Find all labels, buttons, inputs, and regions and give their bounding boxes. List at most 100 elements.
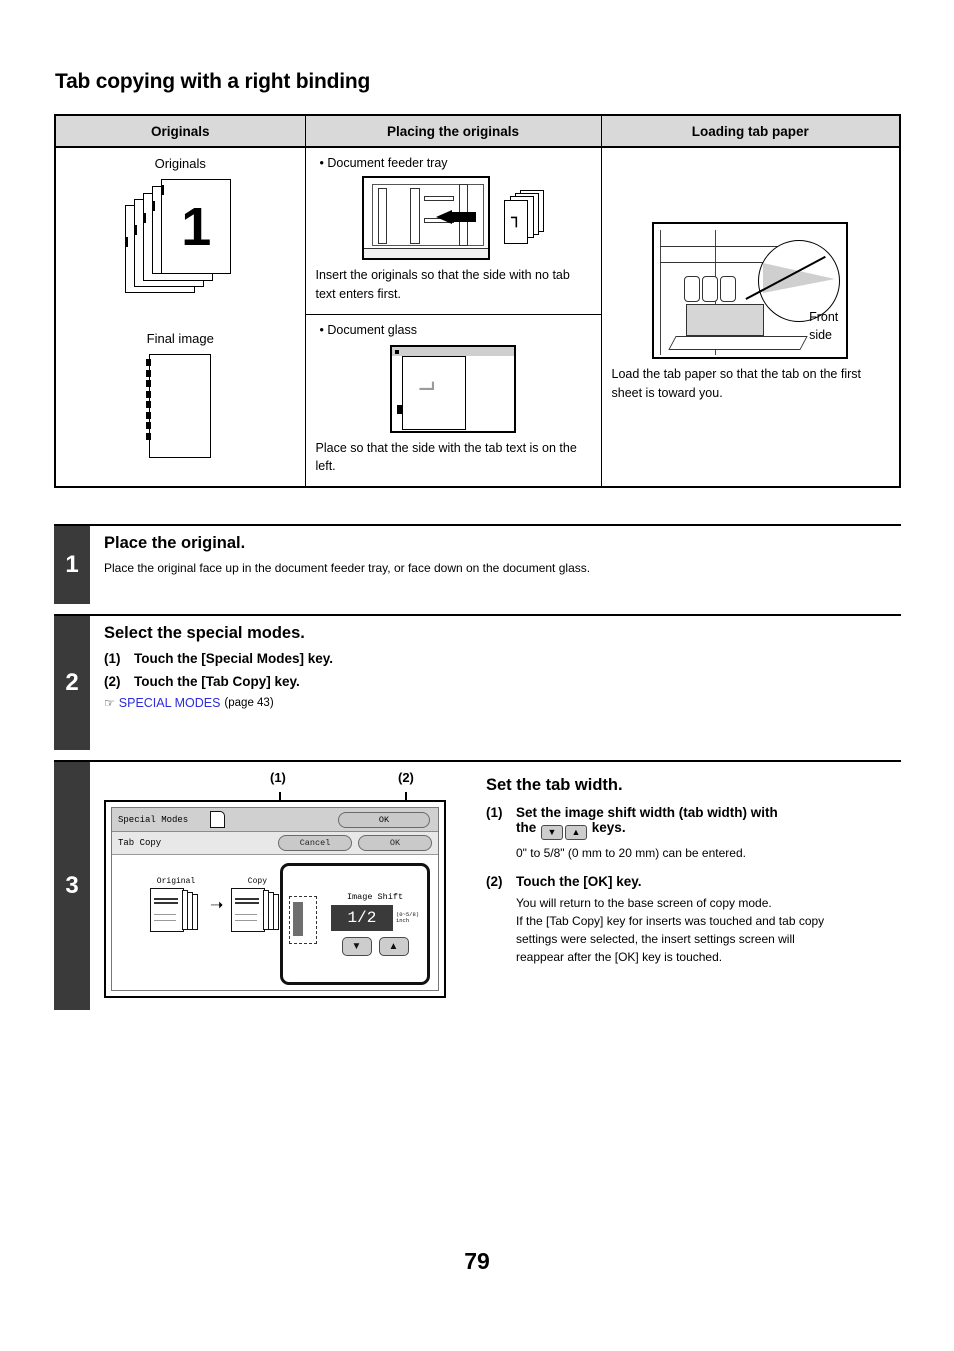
lcd-ok-button[interactable]: OK bbox=[358, 835, 432, 851]
callout-label-2: (2) bbox=[398, 770, 414, 785]
column-header-loading: Loading tab paper bbox=[600, 114, 901, 148]
tab-mark-icon bbox=[152, 201, 156, 211]
tab-paper-icon bbox=[686, 304, 765, 336]
image-shift-value: 1/2 bbox=[330, 905, 393, 931]
glass-caption: Place so that the side with the tab text… bbox=[315, 440, 577, 474]
note-line-4: reappear after the [OK] key is touched. bbox=[516, 950, 723, 964]
feeder-illustration: ⌐ bbox=[316, 176, 591, 260]
step-2-number: 2 bbox=[54, 616, 90, 750]
image-shift-panel: Image Shift 1/2 (0~5/8) inch ▼ ▲ bbox=[280, 863, 430, 985]
step-3-substep-2: (2) Touch the [OK] key. bbox=[486, 874, 901, 889]
table-header-row: Originals Placing the originals Loading … bbox=[54, 114, 901, 148]
feeder-tray-icon bbox=[362, 176, 490, 260]
image-shift-range: (0~5/8) inch bbox=[395, 910, 420, 924]
step-3: 3 (1) (2) Special Modes OK Tab Copy Canc… bbox=[54, 760, 901, 1010]
manual-page: Tab copying with a right binding Origina… bbox=[0, 0, 954, 1351]
document-glass-illustration: ⌐ bbox=[390, 344, 516, 433]
substep-text: Touch the [Tab Copy] key. bbox=[134, 674, 300, 689]
step-1: 1 Place the original. Place the original… bbox=[54, 524, 901, 604]
callout-labels: (1) (2) bbox=[104, 770, 464, 792]
step-1-number: 1 bbox=[54, 526, 90, 604]
originals-label: Originals bbox=[154, 156, 206, 171]
substep-index: (1) bbox=[486, 805, 503, 820]
step-3-heading: Set the tab width. bbox=[486, 776, 623, 794]
substep-text: Touch the [OK] key. bbox=[516, 874, 642, 889]
step-3-number: 3 bbox=[54, 762, 90, 1010]
lcd-cancel-button[interactable]: Cancel bbox=[278, 835, 352, 851]
step-3-text-column: Set the tab width. (1) Set the image shi… bbox=[464, 770, 901, 998]
step-3-screenshot-column: (1) (2) Special Modes OK Tab Copy Cancel… bbox=[104, 770, 464, 998]
substep-text: Set the image shift width (tab width) wi… bbox=[516, 805, 778, 840]
substep-index: (2) bbox=[486, 874, 503, 889]
lcd-content-area: Original ➝ Copy Image Shift 1/2 (0~5/8) … bbox=[112, 855, 438, 997]
note-line-1: You will return to the base screen of co… bbox=[516, 896, 772, 910]
note-line-2: If the [Tab Copy] key for inserts was to… bbox=[516, 914, 825, 928]
step-1-description: Place the original face up in the docume… bbox=[104, 561, 591, 575]
cell-document-glass: • Document glass ⌐ Place so that the sid… bbox=[304, 313, 602, 488]
page-title: Tab copying with a right binding bbox=[55, 70, 371, 93]
lcd-title-bar: Special Modes OK bbox=[112, 808, 438, 832]
copy-group: Copy bbox=[231, 877, 283, 934]
document-glass-bullet: • Document glass bbox=[319, 322, 417, 337]
tray-illustration: Front side bbox=[652, 222, 849, 359]
document-feeder-bullet: • Document feeder tray bbox=[319, 156, 448, 170]
special-modes-link-page: (page 43) bbox=[224, 697, 274, 709]
final-image-illustration bbox=[146, 354, 212, 458]
lcd-tab-copy-title: Tab Copy bbox=[118, 838, 162, 848]
lcd-ok-top-button[interactable]: OK bbox=[338, 812, 430, 828]
step-2-substep-2: (2) Touch the [Tab Copy] key. bbox=[104, 674, 901, 689]
lcd-subtitle-bar: Tab Copy Cancel OK bbox=[112, 832, 438, 855]
original-page-number: 1 bbox=[181, 196, 212, 257]
down-arrow-key-icon: ▼ bbox=[541, 825, 564, 840]
procedure-overview-table: Originals Placing the originals Loading … bbox=[54, 114, 901, 488]
loading-caption: Load the tab paper so that the tab on th… bbox=[611, 367, 861, 400]
cell-document-feeder: • Document feeder tray ⌐ Insert the orig… bbox=[304, 146, 602, 315]
originals-mini-stack-icon: ⌐ bbox=[504, 190, 544, 246]
originals-stack-illustration: 1 bbox=[125, 179, 235, 309]
lcd-title: Special Modes bbox=[118, 814, 189, 825]
tab-mark-icon bbox=[134, 225, 138, 235]
substep-text: Touch the [Special Modes] key. bbox=[134, 651, 334, 666]
step-3-substep-2-note: You will return to the base screen of co… bbox=[516, 894, 901, 966]
original-copy-illustration: Original ➝ Copy bbox=[150, 877, 283, 934]
substep-text-c: keys. bbox=[591, 820, 626, 835]
substep-index: (2) bbox=[104, 674, 121, 689]
page-number: 79 bbox=[464, 1248, 490, 1274]
step-1-heading: Place the original. bbox=[104, 534, 246, 552]
final-image-label: Final image bbox=[146, 331, 214, 346]
tab-mark-icon bbox=[125, 237, 129, 247]
original-label: Original bbox=[156, 877, 196, 886]
cell-loading-tab-paper: Front side Load the tab paper so that th… bbox=[600, 146, 901, 488]
step-2-heading: Select the special modes. bbox=[104, 624, 305, 642]
tab-marks-icon bbox=[146, 359, 152, 455]
step-2-substep-1: (1) Touch the [Special Modes] key. bbox=[104, 651, 901, 666]
tab-mark-icon bbox=[143, 213, 147, 223]
image-shift-icon bbox=[287, 896, 323, 952]
image-shift-down-button[interactable]: ▼ bbox=[341, 937, 372, 956]
column-header-originals: Originals bbox=[54, 114, 306, 148]
note-line-3: settings were selected, the insert setti… bbox=[516, 932, 795, 946]
substep-text-b: the bbox=[516, 820, 537, 835]
pointing-hand-icon: ☞ bbox=[104, 696, 115, 710]
up-arrow-key-icon: ▲ bbox=[565, 825, 588, 840]
front-side-label: Front side bbox=[809, 310, 839, 343]
transform-arrow-icon: ➝ bbox=[210, 896, 224, 914]
column-header-placing: Placing the originals bbox=[304, 114, 602, 148]
step-2: 2 Select the special modes. (1) Touch th… bbox=[54, 614, 901, 750]
copy-label: Copy bbox=[247, 877, 267, 886]
feeder-caption: Insert the originals so that the side wi… bbox=[315, 268, 570, 301]
special-modes-link[interactable]: SPECIAL MODES bbox=[119, 696, 221, 710]
cell-originals: Originals 1 Final image bbox=[54, 146, 306, 488]
original-group: Original bbox=[150, 877, 202, 934]
lcd-touch-panel: Special Modes OK Tab Copy Cancel OK Orig… bbox=[104, 800, 446, 998]
insert-direction-arrow-icon bbox=[436, 210, 476, 224]
table-content-row: Originals 1 Final image • Document feede… bbox=[54, 146, 901, 488]
callout-label-1: (1) bbox=[270, 770, 286, 785]
step-3-substep-1-note: 0" to 5/8" (0 mm to 20 mm) can be entere… bbox=[516, 846, 746, 860]
step-2-cross-reference[interactable]: ☞ SPECIAL MODES (page 43) bbox=[104, 696, 901, 710]
substep-text-a: Set the image shift width (tab width) wi… bbox=[516, 805, 778, 820]
step-3-substep-1: (1) Set the image shift width (tab width… bbox=[486, 805, 901, 840]
image-shift-up-button[interactable]: ▲ bbox=[378, 937, 409, 956]
image-shift-title: Image Shift bbox=[346, 892, 404, 902]
document-icon bbox=[210, 811, 225, 828]
